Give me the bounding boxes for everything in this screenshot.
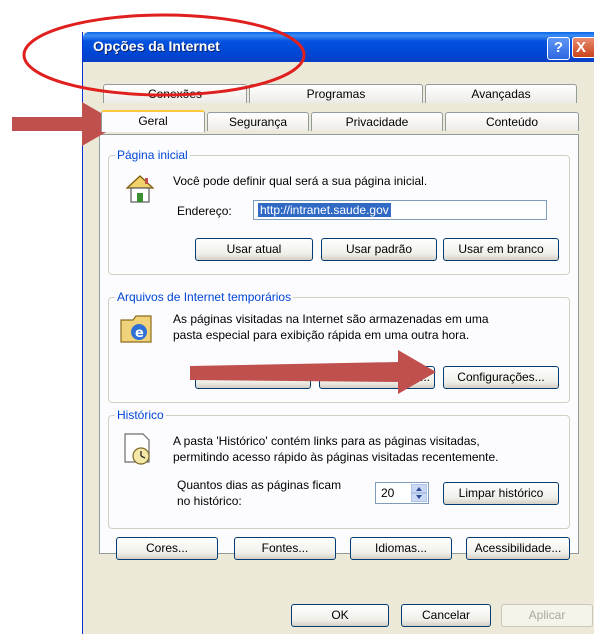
annotation-overlay <box>12 13 436 394</box>
title-highlight-ellipse <box>22 13 306 97</box>
tab-geral[interactable]: Geral <box>101 110 205 132</box>
settings-arrow <box>190 350 436 394</box>
